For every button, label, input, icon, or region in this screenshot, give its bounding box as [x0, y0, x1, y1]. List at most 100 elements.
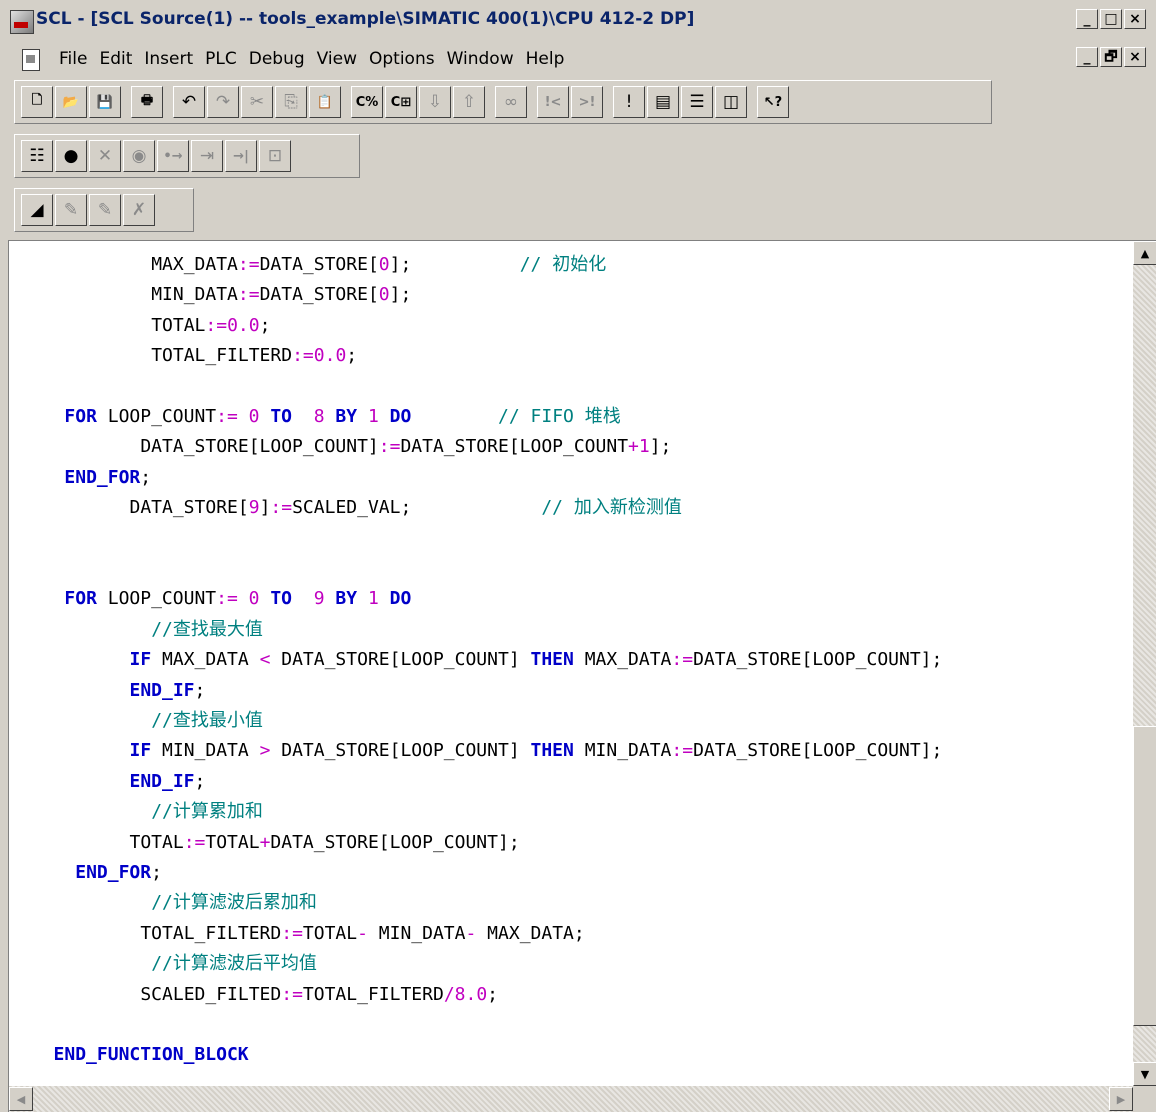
scroll-left-icon[interactable]: ◀ [9, 1087, 33, 1111]
code-keyword: END_FOR [75, 862, 152, 883]
open-button[interactable]: 📂 [55, 86, 87, 118]
code-text-area[interactable]: MAX_DATA:=DATA_STORE[0]; // 初始化 MIN_DATA:… [9, 241, 1131, 1082]
open-icon: 📂 [62, 94, 80, 110]
toolbar-separator [749, 86, 757, 118]
monitor-button[interactable]: ∞ [495, 86, 527, 118]
toggle-window-button[interactable]: ▤ [647, 86, 679, 118]
debug-toolbar: ☷ ● ✕ ◉ •→ ⇥ →| ⊡ [14, 134, 360, 178]
code-text: DATA_STORE[LOOP_COUNT] [270, 740, 531, 762]
bookmark-next-button[interactable]: ✎ [55, 194, 87, 226]
compile-button[interactable]: C% [351, 86, 383, 118]
horizontal-scrollbar[interactable]: ◀ ▶ [9, 1086, 1133, 1112]
code-number: 9 [313, 588, 325, 610]
undo-button[interactable]: ↶ [173, 86, 205, 118]
upload-button[interactable]: ⇧ [453, 86, 485, 118]
split-vertical-icon: ◫ [722, 92, 740, 112]
set-breakpoint-button[interactable]: ● [55, 140, 87, 172]
menu-help[interactable]: Help [520, 48, 571, 70]
delete-breakpoint-button[interactable]: ✕ [89, 140, 121, 172]
vertical-scroll-thumb[interactable] [1133, 726, 1156, 1026]
doc-minimize-button[interactable]: _ [1076, 47, 1098, 67]
scl-app-icon[interactable] [10, 10, 34, 34]
code-operator: := [292, 345, 314, 367]
code-text: MIN_DATA [151, 740, 260, 762]
code-text: ; [194, 679, 206, 701]
breakpoint-list-button[interactable]: ☷ [21, 140, 53, 172]
vertical-scrollbar[interactable]: ▲ ▼ [1133, 241, 1156, 1086]
code-line: TOTAL_FILTERD:=TOTAL- MIN_DATA- MAX_DATA… [140, 920, 584, 948]
close-button[interactable]: × [1124, 9, 1146, 29]
scroll-right-icon[interactable]: ▶ [1109, 1087, 1133, 1111]
continue-icon: ⇥ [199, 146, 215, 166]
next-statement-button[interactable]: •→ [157, 140, 189, 172]
code-comment: //计算累加和 [151, 801, 263, 823]
code-text: DATA_STORE[LOOP_COUNT [400, 436, 629, 458]
code-keyword: THEN [530, 649, 574, 671]
bookmark-prev-button[interactable]: ✎ [89, 194, 121, 226]
scroll-down-icon[interactable]: ▼ [1133, 1062, 1156, 1086]
code-keyword: END_FOR [64, 466, 141, 488]
code-operator: + [628, 436, 639, 458]
code-operator: := [281, 983, 303, 1005]
menu-file[interactable]: File [53, 48, 93, 70]
activate-breakpoint-button[interactable]: ◉ [123, 140, 155, 172]
menu-plc[interactable]: PLC [199, 48, 243, 70]
menu-options[interactable]: Options [363, 48, 441, 70]
cut-button[interactable]: ✂ [241, 86, 273, 118]
size-grip[interactable] [1133, 1086, 1156, 1112]
menu-debug[interactable]: Debug [243, 48, 311, 70]
code-text: DATA_STORE[ [259, 284, 379, 306]
document-icon[interactable] [22, 49, 40, 71]
compile-all-button[interactable]: C⊞ [385, 86, 417, 118]
new-button[interactable]: 🗋 [21, 86, 53, 118]
menu-window[interactable]: Window [441, 48, 520, 70]
toolbar-separator [165, 86, 173, 118]
menu-insert[interactable]: Insert [138, 48, 199, 70]
maximize-button[interactable]: □ [1100, 9, 1122, 29]
go-to-first-error-button[interactable]: !< [537, 86, 569, 118]
bookmark-clear-button[interactable]: ✗ [123, 194, 155, 226]
redo-button[interactable]: ↷ [207, 86, 239, 118]
run-to-cursor-button[interactable]: →| [225, 140, 257, 172]
split-horizontal-button[interactable]: ☰ [681, 86, 713, 118]
code-operator: := [671, 740, 694, 762]
context-help-icon: ↖? [763, 94, 783, 110]
download-button[interactable]: ⇩ [419, 86, 451, 118]
save-button[interactable]: 💾 [89, 86, 121, 118]
continue-button[interactable]: ⇥ [191, 140, 223, 172]
code-keyword: IF [129, 740, 152, 762]
call-display-button[interactable]: ⊡ [259, 140, 291, 172]
go-to-next-error-button[interactable]: >! [571, 86, 603, 118]
download-icon: ⇩ [427, 92, 443, 112]
code-keyword: FOR [64, 588, 97, 610]
code-number: 8 [313, 406, 325, 427]
doc-restore-button[interactable]: 🗗 [1100, 47, 1122, 67]
split-vertical-button[interactable]: ◫ [715, 86, 747, 118]
copy-button[interactable]: ⎘ [275, 86, 307, 118]
doc-close-button[interactable]: × [1124, 47, 1146, 67]
menu-edit[interactable]: Edit [93, 48, 138, 70]
menu-view[interactable]: View [311, 48, 363, 70]
title-bar: SCL - [SCL Source(1) -- tools_example\SI… [0, 0, 1156, 40]
code-operator: := [281, 922, 303, 944]
code-line: //查找最小值 [151, 707, 263, 735]
minimize-button[interactable]: _ [1076, 9, 1098, 29]
code-text: ; [140, 466, 152, 488]
code-text: ]; [389, 254, 520, 275]
scroll-up-icon[interactable]: ▲ [1133, 241, 1156, 265]
code-operator: := [205, 314, 228, 336]
code-number: 1 [367, 406, 379, 427]
error-list-button[interactable]: ! [613, 86, 645, 118]
context-help-button[interactable]: ↖? [757, 86, 789, 118]
code-text: SCALED_VAL; [292, 497, 542, 519]
code-text: SCALED_FILTED [140, 983, 282, 1005]
code-editor[interactable]: MAX_DATA:=DATA_STORE[0]; // 初始化 MIN_DATA:… [8, 240, 1156, 1112]
code-number: 0 [378, 284, 390, 306]
bookmark-toggle-button[interactable]: ◢ [21, 194, 53, 226]
print-button[interactable]: 🖶 [131, 86, 163, 118]
paste-button[interactable]: 📋 [309, 86, 341, 118]
